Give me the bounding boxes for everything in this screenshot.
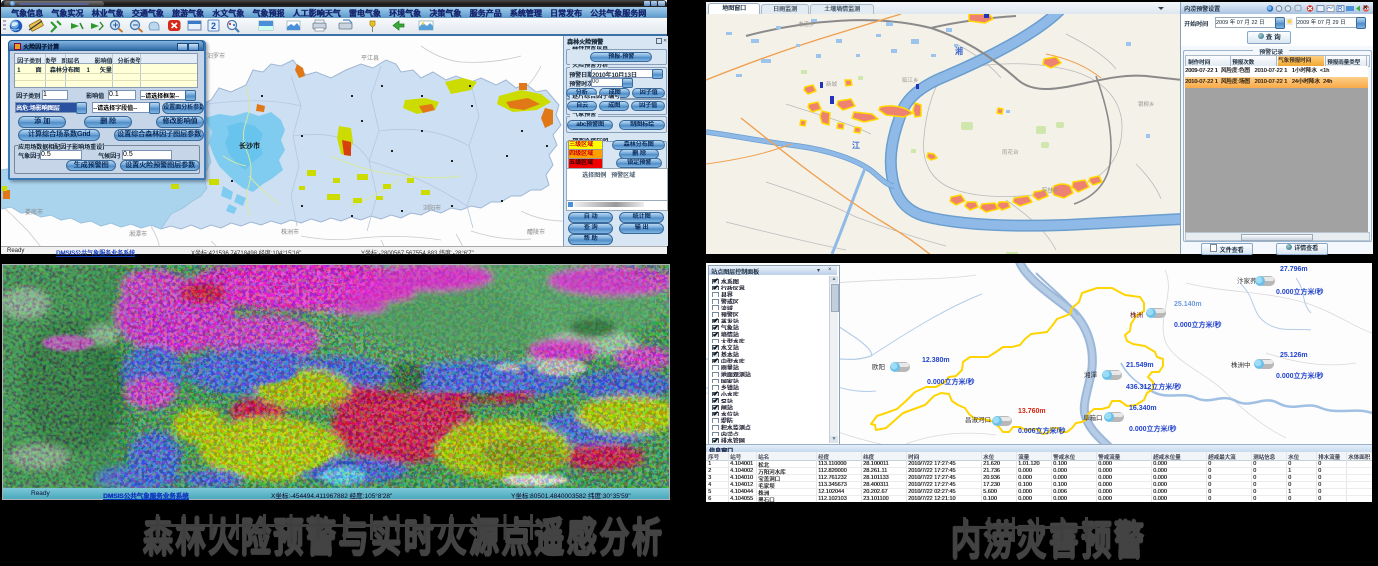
svg-text:平江县: 平江县 bbox=[361, 55, 379, 62]
svg-text:株洲: 株洲 bbox=[1130, 310, 1143, 319]
svg-text:湘潬: 湘潬 bbox=[1084, 370, 1098, 379]
svg-text:湘: 湘 bbox=[955, 46, 963, 56]
svg-text:老道乡: 老道乡 bbox=[798, 20, 815, 28]
svg-text:0.000立方米/秒: 0.000立方米/秒 bbox=[1129, 424, 1176, 433]
svg-text:株洲中: 株洲中 bbox=[1231, 360, 1251, 369]
svg-text:昌淑河口: 昌淑河口 bbox=[965, 415, 991, 424]
svg-text:阜箱口: 阜箱口 bbox=[1083, 413, 1103, 422]
svg-text:25.126m: 25.126m bbox=[1280, 352, 1308, 359]
svg-text:长沙市: 长沙市 bbox=[239, 141, 260, 150]
svg-text:0.000立方米/秒: 0.000立方米/秒 bbox=[1174, 320, 1221, 329]
svg-text:银柳乡: 银柳乡 bbox=[1138, 100, 1155, 108]
svg-text:浏阳市: 浏阳市 bbox=[423, 204, 441, 212]
svg-text:25.140m: 25.140m bbox=[1174, 301, 1202, 308]
svg-text:436.312立方米/秒: 436.312立方米/秒 bbox=[1126, 382, 1181, 391]
svg-text:R: R bbox=[1338, 7, 1343, 13]
svg-text:临江乡: 临江乡 bbox=[902, 76, 919, 84]
svg-text:欧阳: 欧阳 bbox=[872, 362, 885, 371]
svg-text:0.000立方米/秒: 0.000立方米/秒 bbox=[1276, 371, 1323, 380]
svg-text:汨罗市: 汨罗市 bbox=[207, 52, 225, 60]
svg-text:湘潭市: 湘潭市 bbox=[129, 230, 147, 238]
svg-text:27.796m: 27.796m bbox=[1280, 266, 1308, 273]
svg-text:汴家荞: 汴家荞 bbox=[1237, 276, 1257, 285]
svg-text:醴陵市: 醴陵市 bbox=[527, 228, 545, 236]
svg-text:0.006立方米/秒: 0.006立方米/秒 bbox=[1018, 426, 1065, 435]
svg-text:新城: 新城 bbox=[826, 80, 838, 88]
svg-text:16.340m: 16.340m bbox=[1129, 405, 1157, 412]
svg-text:江: 江 bbox=[852, 140, 860, 150]
svg-text:娄底市: 娄底市 bbox=[25, 208, 43, 216]
svg-text:13.760m: 13.760m bbox=[1018, 408, 1046, 415]
svg-text:0.000立方米/秒: 0.000立方米/秒 bbox=[1276, 287, 1323, 296]
svg-text:雨花台: 雨花台 bbox=[1002, 148, 1019, 156]
svg-text:株洲市: 株洲市 bbox=[281, 228, 299, 236]
svg-text:21.549m: 21.549m bbox=[1126, 362, 1154, 369]
svg-text:0.000立方米/秒: 0.000立方米/秒 bbox=[927, 377, 974, 386]
svg-text:12.380m: 12.380m bbox=[922, 357, 950, 364]
svg-text:2: 2 bbox=[211, 21, 216, 31]
svg-text:院林乡: 院林乡 bbox=[1042, 186, 1059, 194]
